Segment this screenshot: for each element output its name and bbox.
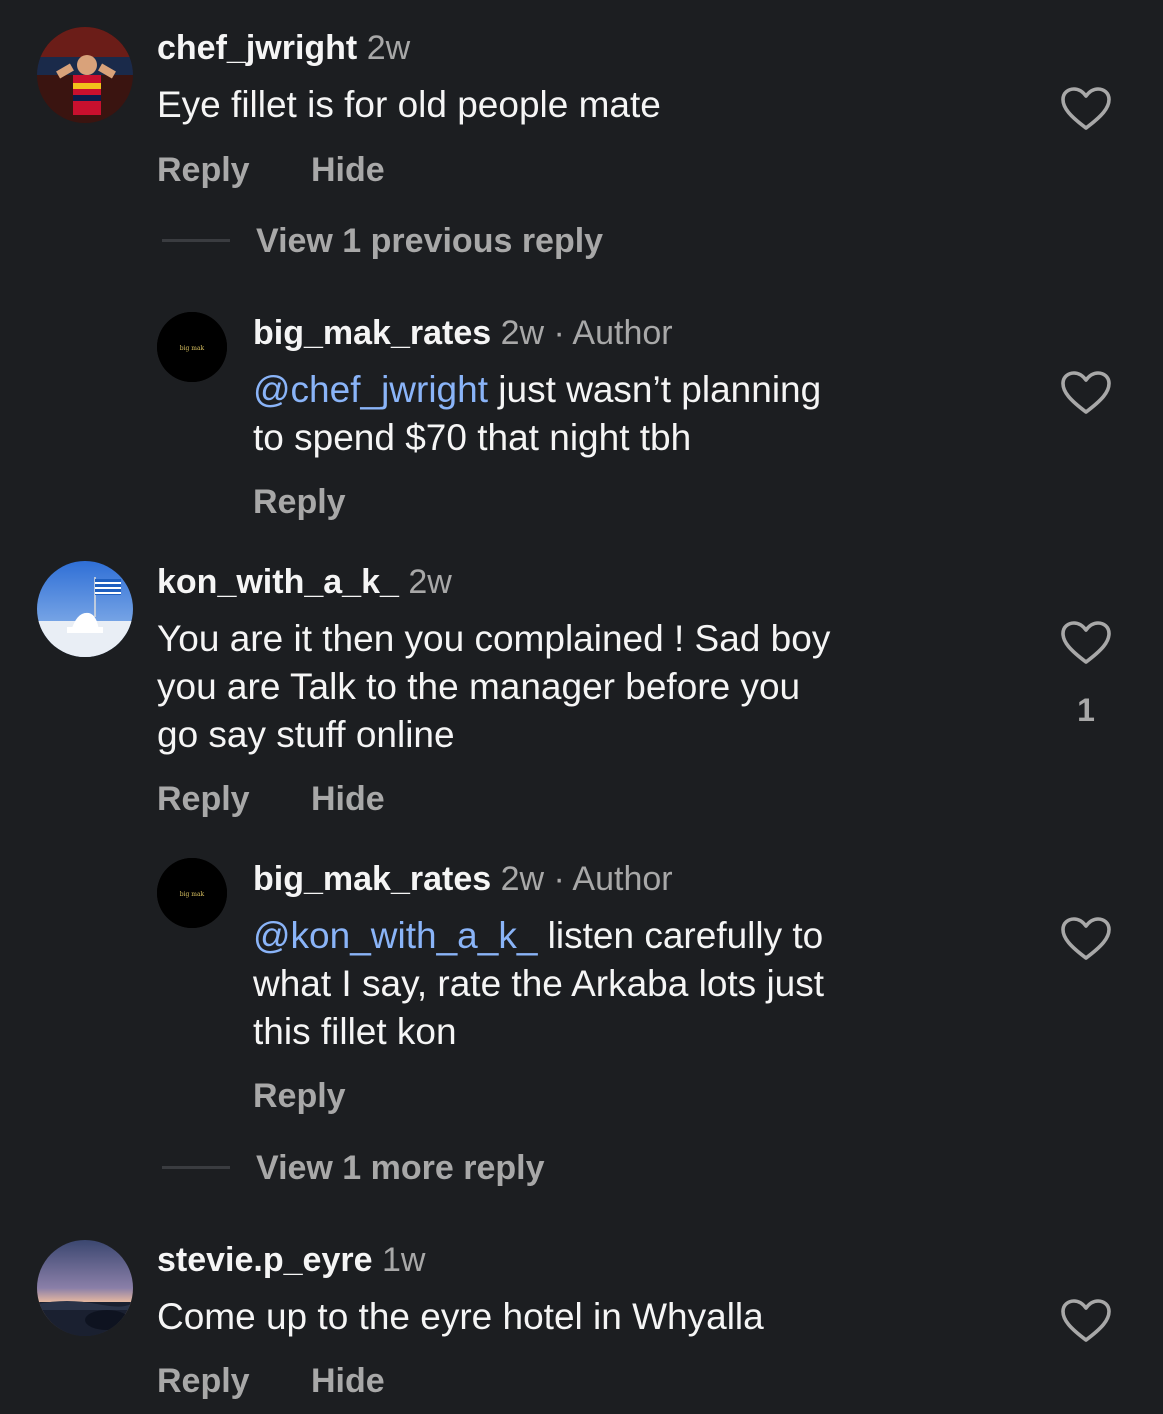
reply-button[interactable]: Reply bbox=[253, 1076, 346, 1116]
reply-button[interactable]: Reply bbox=[157, 779, 250, 819]
avatar-kon-with-a-k[interactable] bbox=[37, 561, 133, 657]
reply-time: 2w bbox=[500, 314, 545, 352]
meta-separator: · bbox=[553, 860, 565, 898]
like-count: 1 bbox=[1077, 692, 1095, 728]
avatar-big-mak-rates[interactable]: big mak bbox=[157, 858, 227, 928]
comment-text-line: go say stuff online bbox=[157, 714, 455, 755]
profile-photo: big mak bbox=[157, 312, 227, 382]
mention-link[interactable]: @kon_with_a_k_ bbox=[253, 915, 537, 956]
comment-text: Come up to the eyre hotel in Whyalla bbox=[157, 1296, 764, 1337]
hide-button[interactable]: Hide bbox=[311, 779, 385, 819]
heart-icon[interactable] bbox=[1060, 916, 1112, 962]
svg-text:big mak: big mak bbox=[180, 891, 205, 898]
thread-divider bbox=[162, 1166, 230, 1169]
reply-time: 2w bbox=[500, 860, 545, 898]
avatar-stevie-p-eyre[interactable] bbox=[37, 1240, 133, 1336]
author-badge: Author bbox=[572, 860, 673, 898]
svg-text:big mak: big mak bbox=[180, 345, 205, 352]
reply-username[interactable]: big_mak_rates bbox=[253, 860, 491, 898]
reply-button[interactable]: Reply bbox=[157, 1361, 250, 1401]
view-previous-replies[interactable]: View 1 previous reply bbox=[256, 221, 603, 261]
reply-text-line: to spend $70 that night tbh bbox=[253, 417, 692, 458]
reply-text: listen carefully to bbox=[537, 915, 824, 956]
hide-button[interactable]: Hide bbox=[311, 150, 385, 190]
hide-button[interactable]: Hide bbox=[311, 1361, 385, 1401]
comment-text: Eye fillet is for old people mate bbox=[157, 84, 661, 125]
heart-icon[interactable] bbox=[1060, 86, 1112, 132]
reply-button[interactable]: Reply bbox=[157, 150, 250, 190]
comment-text-line: you are Talk to the manager before you bbox=[157, 666, 801, 707]
comment-time: 1w bbox=[381, 1241, 426, 1279]
reply-text-line: @kon_with_a_k_ listen carefully to bbox=[253, 912, 823, 960]
profile-photo bbox=[37, 561, 133, 657]
comment-meta: chef_jwright 2w bbox=[157, 28, 410, 68]
view-more-replies[interactable]: View 1 more reply bbox=[256, 1148, 545, 1188]
reply-button[interactable]: Reply bbox=[253, 482, 346, 522]
profile-photo bbox=[37, 1240, 133, 1336]
reply-meta: big_mak_rates 2w · Author bbox=[253, 859, 673, 899]
reply-username[interactable]: big_mak_rates bbox=[253, 314, 491, 352]
mention-link[interactable]: @chef_jwright bbox=[253, 369, 488, 410]
reply-text-line: what I say, rate the Arkaba lots just bbox=[253, 963, 825, 1004]
meta-separator: · bbox=[553, 314, 565, 352]
heart-icon[interactable] bbox=[1060, 370, 1112, 416]
comment-username[interactable]: chef_jwright bbox=[157, 29, 357, 67]
reply-text-line: @chef_jwright just wasn’t planning bbox=[253, 366, 821, 414]
avatar-big-mak-rates[interactable]: big mak bbox=[157, 312, 227, 382]
comment-username[interactable]: stevie.p_eyre bbox=[157, 1241, 373, 1279]
comment-time: 2w bbox=[408, 563, 452, 601]
comment-username[interactable]: kon_with_a_k_ bbox=[157, 563, 399, 601]
avatar-chef-jwright[interactable] bbox=[37, 27, 133, 123]
comment-meta: stevie.p_eyre 1w bbox=[157, 1240, 425, 1280]
comment-text-line: You are it then you complained ! Sad boy bbox=[157, 618, 831, 659]
reply-meta: big_mak_rates 2w · Author bbox=[253, 313, 673, 353]
profile-photo bbox=[37, 27, 133, 123]
profile-photo: big mak bbox=[157, 858, 227, 928]
comment-meta: kon_with_a_k_ 2w bbox=[157, 562, 452, 602]
comment-time: 2w bbox=[366, 29, 411, 67]
heart-icon[interactable] bbox=[1060, 1298, 1112, 1344]
reply-text: just wasn’t planning bbox=[488, 369, 822, 410]
reply-text-line: this fillet kon bbox=[253, 1011, 457, 1052]
thread-divider bbox=[162, 239, 230, 242]
author-badge: Author bbox=[572, 314, 673, 352]
heart-icon[interactable] bbox=[1060, 620, 1112, 666]
